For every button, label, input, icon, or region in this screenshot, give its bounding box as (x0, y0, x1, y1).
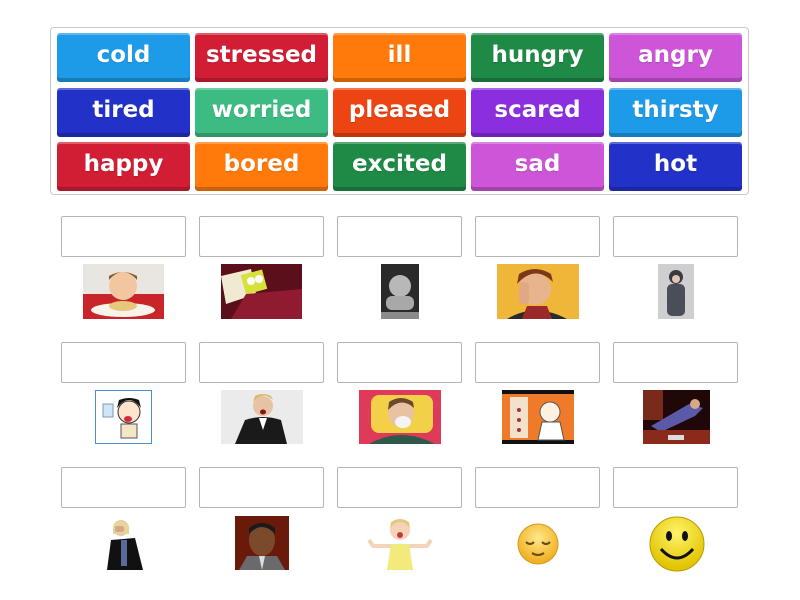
word-bank: cold stressed ill hungry angry tired wor… (50, 27, 749, 195)
word-tile-sad[interactable]: sad (471, 142, 604, 191)
word-tile-angry[interactable]: angry (609, 33, 742, 82)
smiley-face-emoji (648, 515, 706, 573)
man-frowning-portrait-photo (235, 516, 289, 570)
cartoon-boy-with-water-glass (95, 390, 152, 444)
word-tile-hot[interactable]: hot (609, 142, 742, 191)
excited-toddler-photo (365, 516, 435, 570)
answer-slot[interactable] (613, 216, 738, 257)
word-tile-cold[interactable]: cold (57, 33, 190, 82)
answer-slot[interactable] (199, 216, 324, 257)
word-tile-happy[interactable]: happy (57, 142, 190, 191)
woman-lying-on-sofa-photo (643, 390, 710, 444)
answer-slot[interactable] (199, 467, 324, 508)
word-tile-excited[interactable]: excited (333, 142, 466, 191)
woman-covering-face-photo (105, 516, 145, 570)
answer-slot[interactable] (337, 216, 462, 257)
relieved-face-emoji (516, 522, 560, 566)
answer-slot[interactable] (61, 467, 186, 508)
answer-slot[interactable] (475, 467, 600, 508)
cartoon-man-thermometer (502, 390, 574, 444)
child-eating-spaghetti-photo (83, 264, 164, 319)
answer-slot[interactable] (199, 342, 324, 383)
word-tile-worried[interactable]: worried (195, 88, 328, 137)
word-tile-thirsty[interactable]: thirsty (609, 88, 742, 137)
answer-slot[interactable] (61, 216, 186, 257)
woman-hand-on-face-photo (497, 264, 579, 319)
woman-shouting-on-phone-photo (221, 390, 303, 444)
answer-slot[interactable] (61, 342, 186, 383)
woman-in-winter-coat-photo (658, 264, 694, 319)
word-tile-ill[interactable]: ill (333, 33, 466, 82)
baby-resting-chin-photo (381, 264, 419, 319)
word-tile-bored[interactable]: bored (195, 142, 328, 191)
word-tile-pleased[interactable]: pleased (333, 88, 466, 137)
word-tile-stressed[interactable]: stressed (195, 33, 328, 82)
answer-slot[interactable] (337, 342, 462, 383)
word-tile-scared[interactable]: scared (471, 88, 604, 137)
answer-slot[interactable] (475, 216, 600, 257)
man-blowing-nose-in-bed-photo (359, 390, 441, 444)
word-tile-hungry[interactable]: hungry (471, 33, 604, 82)
word-tile-tired[interactable]: tired (57, 88, 190, 137)
spongebob-in-bed-photo (221, 264, 302, 319)
answer-slot[interactable] (613, 342, 738, 383)
answer-slot[interactable] (613, 467, 738, 508)
answer-slot[interactable] (337, 467, 462, 508)
answer-slot[interactable] (475, 342, 600, 383)
